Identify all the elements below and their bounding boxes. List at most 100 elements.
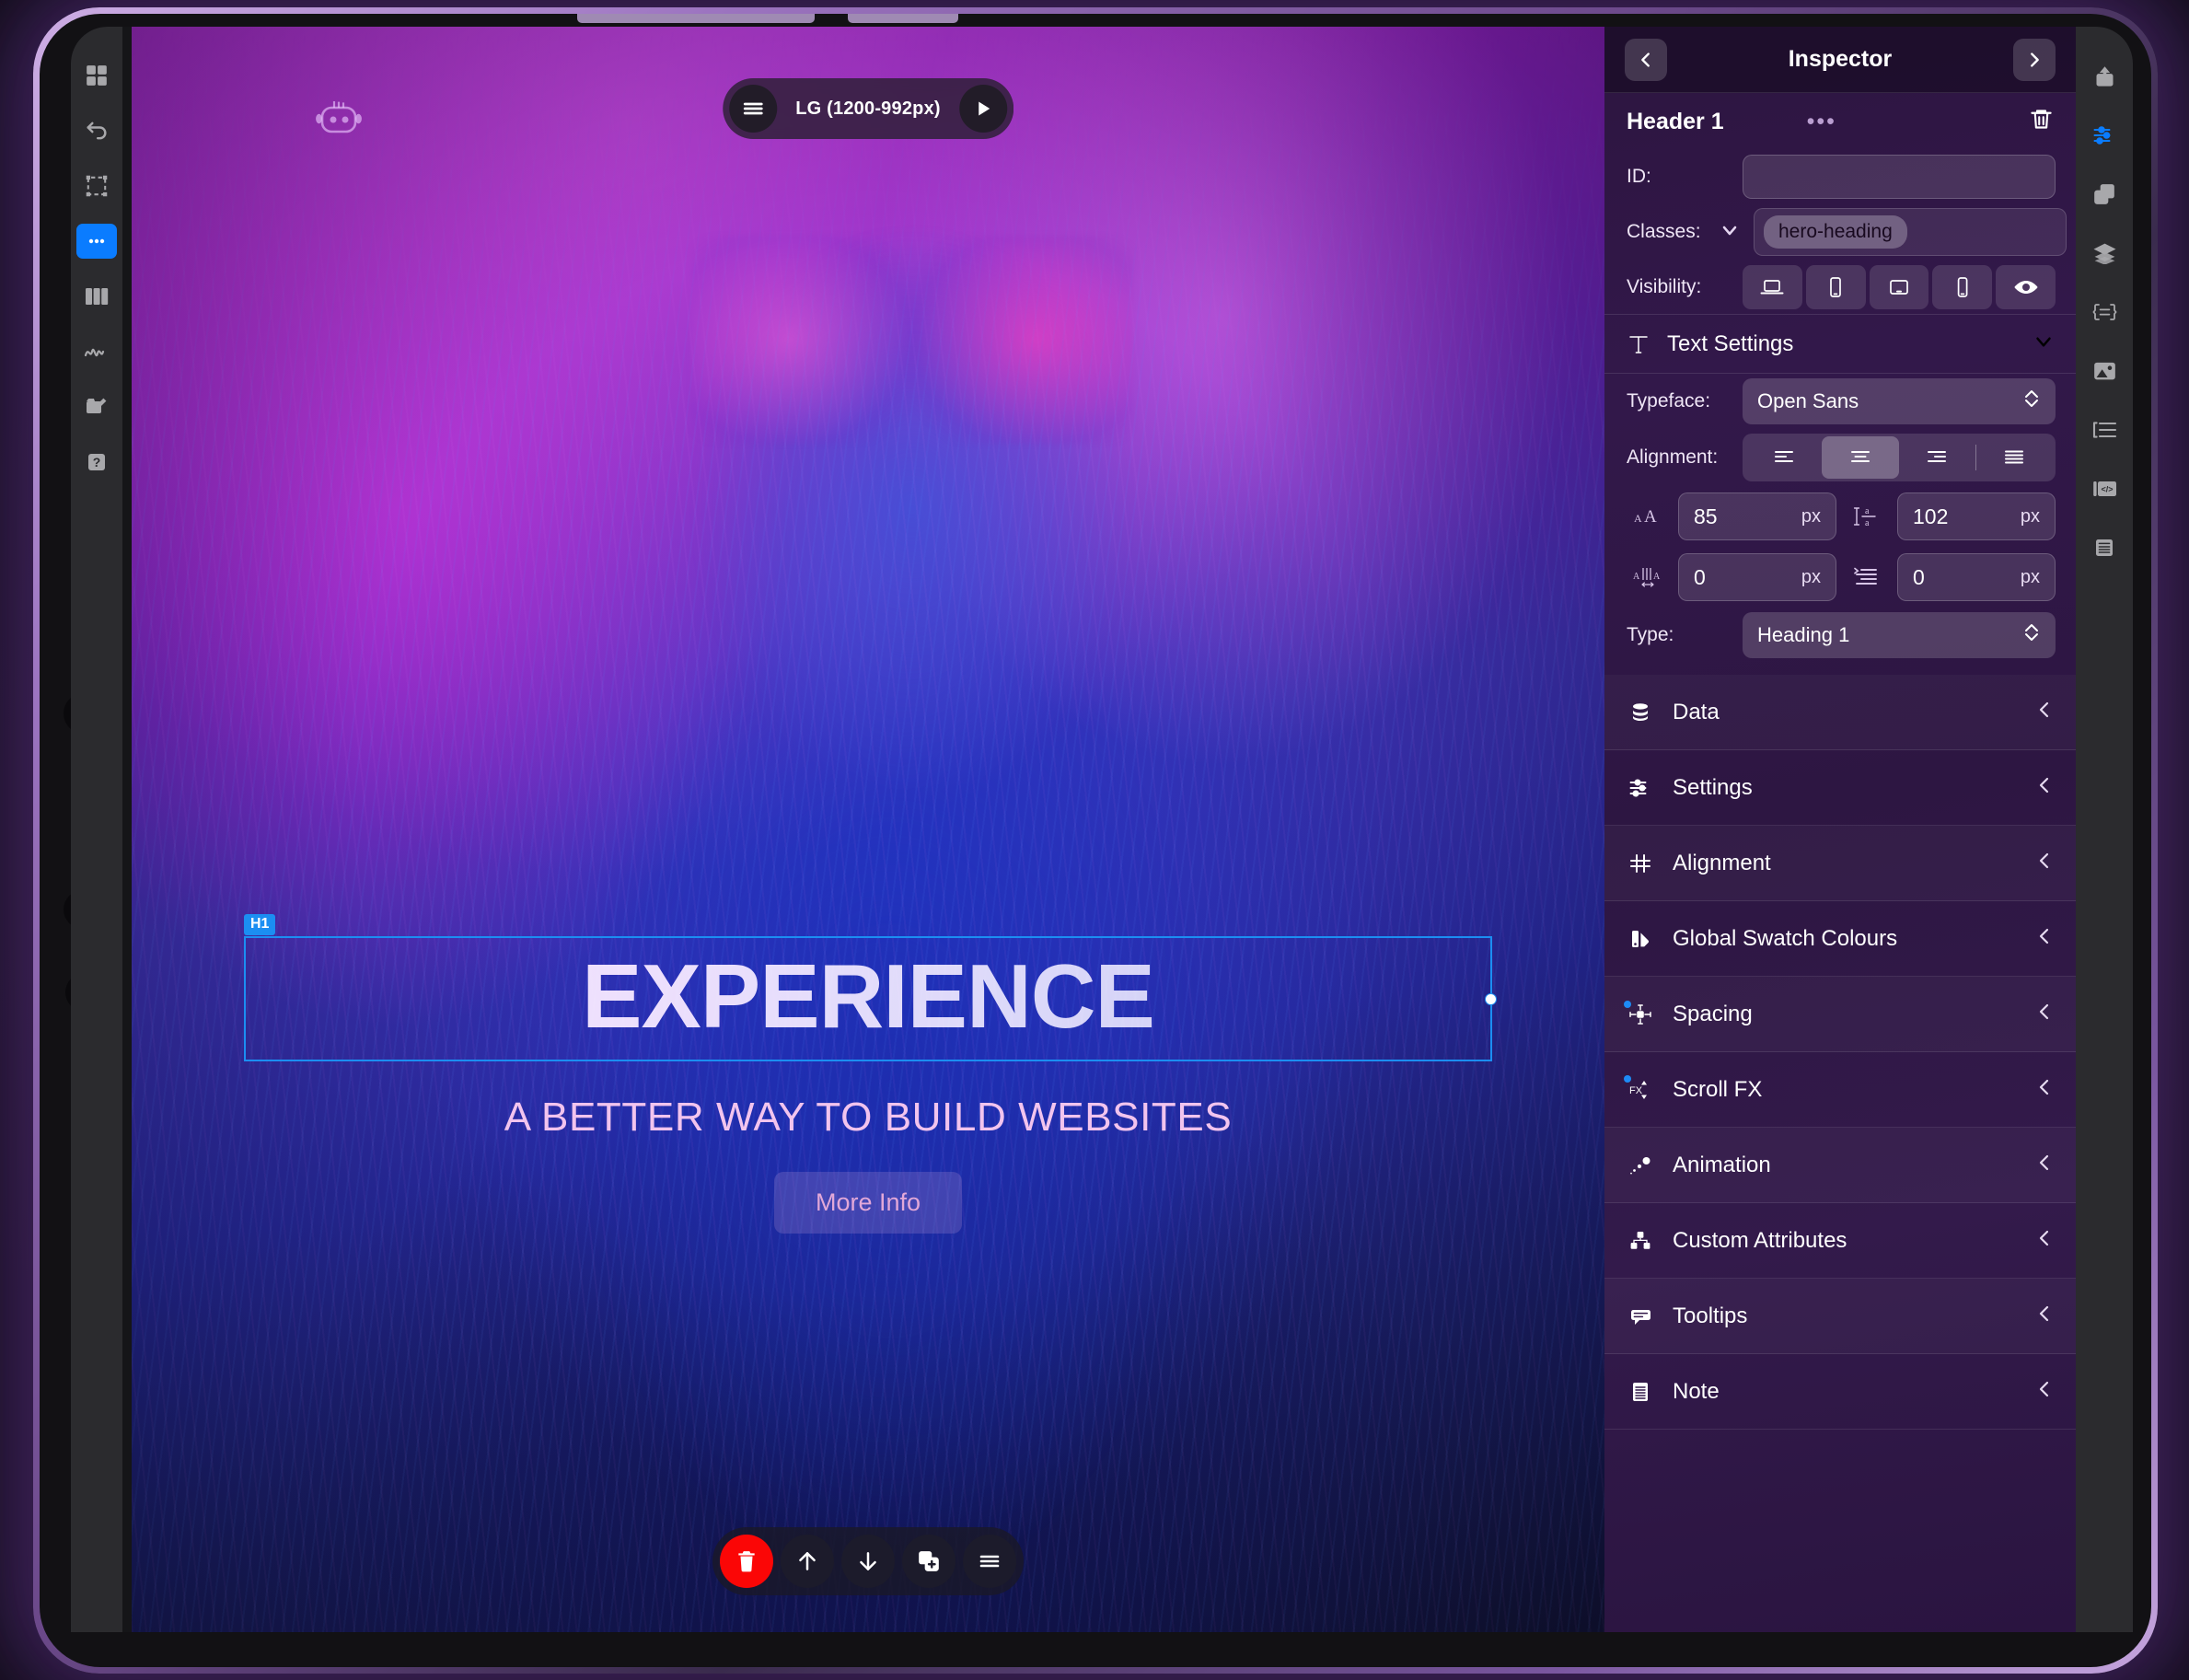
delete-icon[interactable] [720, 1535, 773, 1588]
move-up-icon[interactable] [781, 1535, 834, 1588]
font-size-input[interactable]: 85 px [1678, 492, 1836, 540]
alignment-toggle-group[interactable] [1743, 434, 2056, 481]
breakpoint-label: LG (1200-992px) [795, 98, 941, 119]
font-size-icon: AA [1627, 505, 1669, 527]
select-frame-icon[interactable] [76, 168, 117, 203]
move-down-icon[interactable] [841, 1535, 895, 1588]
breakpoint-toolbar[interactable]: LG (1200-992px) [723, 78, 1013, 139]
align-center-icon[interactable] [1822, 436, 1899, 479]
type-select[interactable]: Heading 1 [1743, 612, 2056, 658]
image-icon[interactable] [2084, 354, 2125, 388]
chevron-left-icon[interactable] [2033, 774, 2056, 801]
mobile-icon[interactable] [1932, 265, 1993, 309]
trash-icon[interactable] [2029, 107, 2054, 136]
more-info-button[interactable]: More Info [774, 1172, 962, 1234]
chevron-down-icon[interactable] [2032, 330, 2056, 358]
typeface-select[interactable]: Open Sans [1743, 378, 2056, 424]
hero-photo-vignette [132, 27, 1604, 1632]
hero-heading[interactable]: EXPERIENCE [246, 951, 1490, 1041]
duplicate-icon[interactable] [2084, 178, 2125, 211]
code-icon[interactable]: </> [2084, 472, 2125, 505]
align-justify-icon[interactable] [1976, 436, 2053, 479]
section-scroll-fx[interactable]: FX Scroll FX [1604, 1052, 2076, 1128]
chevron-left-icon[interactable] [2033, 850, 2056, 876]
section-global-swatch-colours[interactable]: Global Swatch Colours [1604, 901, 2076, 977]
hamburger-icon[interactable] [729, 85, 778, 133]
element-actions-toolbar[interactable] [712, 1527, 1024, 1595]
align-right-icon[interactable] [1899, 436, 1975, 479]
section-note[interactable]: Note [1604, 1354, 2076, 1430]
text-settings-header[interactable]: Text Settings [1604, 314, 2076, 374]
classes-input[interactable]: hero-heading [1754, 208, 2067, 256]
update-badge-dot [1624, 1074, 1631, 1083]
section-alignment[interactable]: Alignment [1604, 826, 2076, 901]
letter-spacing-icon: AA [1627, 565, 1669, 589]
selection-handle-right[interactable] [1485, 993, 1497, 1005]
section-spacing[interactable]: Spacing [1604, 977, 2076, 1052]
svg-text:A: A [1653, 572, 1661, 582]
id-input[interactable] [1743, 155, 2056, 199]
sliders-icon[interactable] [2084, 119, 2125, 152]
chevron-left-icon[interactable] [2033, 1001, 2056, 1027]
snippet-braces-icon[interactable] [2084, 295, 2125, 329]
duplicate-add-icon[interactable] [902, 1535, 956, 1588]
type-field-row: Type: Heading 1 [1604, 608, 2076, 675]
left-toolbar: ? [71, 27, 122, 1632]
section-label: Custom Attributes [1673, 1227, 1847, 1253]
indent-input[interactable]: 0 px [1897, 553, 2056, 601]
section-custom-attributes[interactable]: Custom Attributes [1604, 1203, 2076, 1279]
phone-portrait-icon[interactable] [1805, 265, 1866, 309]
section-settings[interactable]: Settings [1604, 750, 2076, 826]
visibility-toggles[interactable] [1743, 265, 2056, 309]
align-left-icon[interactable] [1745, 436, 1822, 479]
letter-spacing-input[interactable]: 0 px [1678, 553, 1836, 601]
grid-icon[interactable] [76, 58, 117, 93]
chevron-right-icon[interactable] [2013, 38, 2056, 81]
undo-icon[interactable] [76, 113, 117, 148]
chevron-updown-icon [2022, 620, 2041, 650]
design-canvas[interactable]: LG (1200-992px) H1 EXPERIENCE A BETTER W… [132, 27, 1604, 1632]
squiggle-icon[interactable] [76, 334, 117, 369]
section-label: Spacing [1673, 1001, 1753, 1026]
robot-icon[interactable] [314, 98, 364, 144]
tablet-icon[interactable] [1869, 265, 1929, 309]
share-export-icon[interactable] [2084, 60, 2125, 93]
play-icon[interactable] [958, 85, 1007, 133]
more-dots-icon[interactable] [76, 224, 117, 259]
section-tooltips[interactable]: Tooltips [1604, 1279, 2076, 1354]
heading-selection-box[interactable]: EXPERIENCE [244, 936, 1497, 1061]
list-icon[interactable] [2084, 413, 2125, 446]
class-chip[interactable]: hero-heading [1764, 215, 1907, 249]
chevron-left-icon[interactable] [2033, 1076, 2056, 1103]
hero-subheading[interactable]: A BETTER WAY TO BUILD WEBSITES [244, 1095, 1492, 1141]
section-animation[interactable]: Animation [1604, 1128, 2076, 1203]
help-icon[interactable]: ? [76, 445, 117, 480]
laptop-icon[interactable] [1743, 265, 1802, 309]
chevron-left-icon[interactable] [2033, 925, 2056, 952]
layers-icon[interactable] [2084, 237, 2125, 270]
chevron-left-icon[interactable] [2033, 1378, 2056, 1405]
classes-label: Classes: [1627, 221, 1701, 242]
eye-icon[interactable] [1996, 265, 2056, 309]
menu-icon[interactable] [963, 1535, 1016, 1588]
chevron-left-icon[interactable] [2033, 1303, 2056, 1329]
chevron-left-icon[interactable] [1625, 38, 1667, 81]
edit-card-icon[interactable] [76, 389, 117, 424]
section-data[interactable]: Data [1604, 675, 2076, 750]
svg-text:</>: </> [2101, 485, 2113, 494]
svg-text:a: a [1865, 518, 1870, 528]
h1-tag-badge: H1 [244, 914, 276, 935]
inspector-header: Inspector [1604, 27, 2076, 93]
chevron-left-icon[interactable] [2033, 1152, 2056, 1178]
indent-unit: px [2020, 566, 2040, 587]
columns-icon[interactable] [76, 279, 117, 314]
chevron-left-icon[interactable] [2033, 699, 2056, 725]
chevron-left-icon[interactable] [2033, 1227, 2056, 1254]
chevron-down-icon[interactable] [1719, 219, 1741, 246]
selected-element-row: Header 1 ••• [1604, 93, 2076, 150]
document-icon[interactable] [2084, 531, 2125, 564]
typeface-field-row: Typeface: Open Sans [1604, 374, 2076, 429]
line-height-input[interactable]: 102 px [1897, 492, 2056, 540]
element-more-icon[interactable]: ••• [1807, 110, 1836, 133]
chevron-updown-icon [2022, 387, 2041, 416]
